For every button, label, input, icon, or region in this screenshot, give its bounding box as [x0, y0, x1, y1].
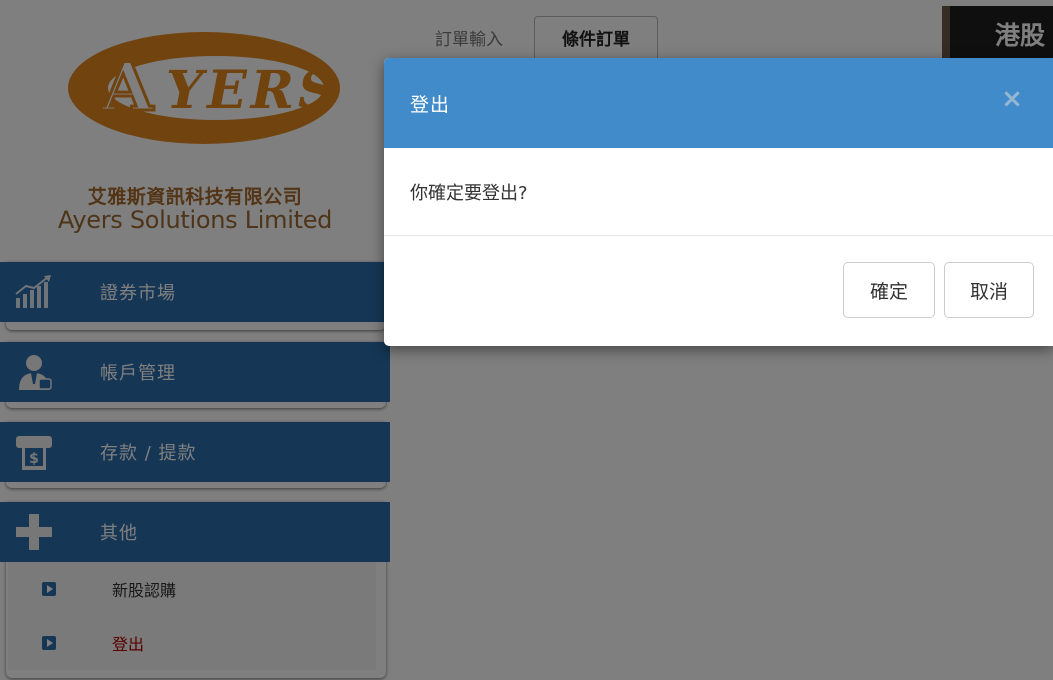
confirm-button[interactable]: 確定 — [843, 262, 935, 318]
dialog-footer: 確定 取消 — [384, 236, 1053, 346]
cancel-button[interactable]: 取消 — [944, 262, 1034, 318]
dialog-message: 你確定要登出? — [410, 182, 528, 204]
dialog-header: 登出 × — [384, 58, 1053, 148]
dialog-body: 你確定要登出? — [384, 148, 1053, 236]
logout-dialog: 登出 × 你確定要登出? 確定 取消 — [384, 58, 1053, 346]
close-icon[interactable]: × — [997, 84, 1027, 114]
dialog-title: 登出 — [410, 93, 451, 116]
